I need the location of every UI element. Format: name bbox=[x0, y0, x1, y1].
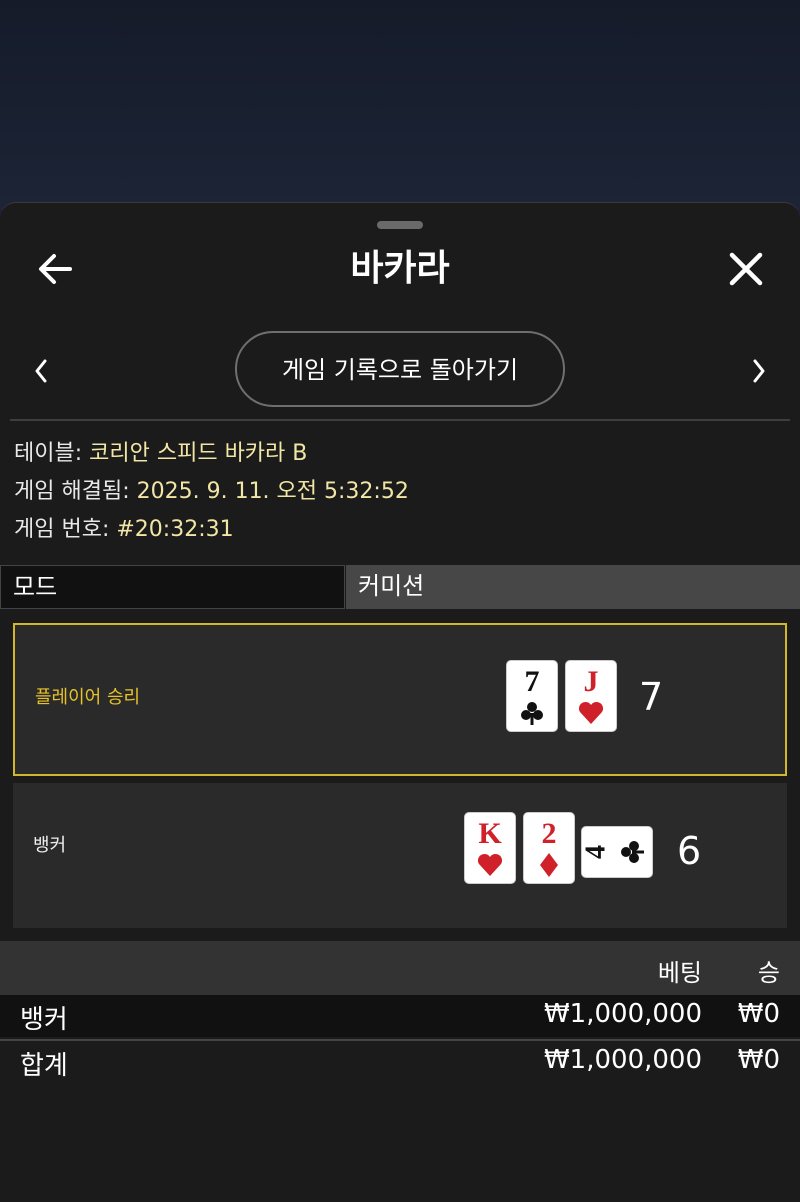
row-bet: ₩1,000,000 bbox=[543, 999, 702, 1029]
player-score: 7 bbox=[639, 675, 664, 719]
back-to-history-button[interactable]: 게임 기록으로 돌아가기 bbox=[235, 331, 565, 407]
divider bbox=[10, 419, 790, 421]
playing-card-4-club-sideways: 4 bbox=[582, 827, 652, 877]
card-rank: 7 bbox=[525, 665, 540, 698]
chevron-left-icon[interactable] bbox=[26, 351, 56, 391]
row-name: 뱅커 bbox=[20, 1005, 68, 1035]
player-outcome-panel: 플레이어 승리 7 J 7 bbox=[13, 623, 787, 776]
game-navigation: 게임 기록으로 돌아가기 bbox=[0, 331, 800, 411]
banker-label: 뱅커 bbox=[33, 835, 67, 856]
row-win: ₩0 bbox=[737, 1045, 780, 1075]
table-row: 뱅커 ₩1,000,000 ₩0 bbox=[0, 995, 800, 1037]
page-title: 바카라 bbox=[350, 248, 450, 289]
playing-card-2-diamond: 2 bbox=[524, 813, 574, 883]
tab-mode[interactable]: 모드 bbox=[0, 565, 345, 609]
drag-handle[interactable] bbox=[377, 221, 423, 229]
table-label: 테이블: bbox=[14, 441, 90, 466]
row-name: 합계 bbox=[20, 1051, 68, 1081]
playing-card-7-club: 7 bbox=[507, 661, 557, 731]
tab-commission[interactable]: 커미션 bbox=[346, 565, 800, 609]
table-info: 테이블: 코리안 스피드 바카라 B bbox=[14, 435, 409, 473]
sheet-header: 바카라 bbox=[0, 241, 800, 301]
card-rank: 2 bbox=[542, 817, 557, 850]
banker-score: 6 bbox=[677, 829, 702, 873]
table-value: 코리안 스피드 바카라 B bbox=[89, 441, 308, 466]
game-detail-sheet: 바카라 게임 기록으로 돌아가기 테이블: 코리안 스피드 바카라 B 게임 해… bbox=[0, 202, 800, 1202]
resolved-value: 2025. 9. 11. 오전 5:32:52 bbox=[136, 479, 409, 504]
playing-card-j-heart: J bbox=[566, 661, 616, 731]
resolved-info: 게임 해결됨: 2025. 9. 11. 오전 5:32:52 bbox=[14, 473, 409, 511]
card-rank: J bbox=[584, 665, 599, 698]
row-bet: ₩1,000,000 bbox=[543, 1045, 702, 1075]
playing-card-k-heart: K bbox=[465, 813, 515, 883]
row-win: ₩0 bbox=[737, 999, 780, 1029]
column-header-bet: 베팅 bbox=[657, 959, 702, 987]
player-win-label: 플레이어 승리 bbox=[35, 687, 141, 708]
chevron-right-icon[interactable] bbox=[744, 351, 774, 391]
game-number-info: 게임 번호: #20:32:31 bbox=[14, 511, 409, 549]
game-number-label: 게임 번호: bbox=[14, 517, 117, 542]
page-backdrop bbox=[0, 0, 800, 210]
game-info: 테이블: 코리안 스피드 바카라 B 게임 해결됨: 2025. 9. 11. … bbox=[14, 435, 409, 549]
card-rank: K bbox=[478, 817, 502, 850]
resolved-label: 게임 해결됨: bbox=[14, 479, 137, 504]
banker-outcome-panel: 뱅커 K 2 4 6 bbox=[13, 783, 787, 928]
close-icon[interactable] bbox=[724, 247, 768, 291]
bets-table-header: 베팅 승 bbox=[0, 941, 800, 995]
mode-tabs: 모드 커미션 bbox=[0, 565, 800, 609]
column-header-win: 승 bbox=[757, 959, 780, 987]
card-rank: 4 bbox=[582, 845, 611, 859]
table-row-total: 합계 ₩1,000,000 ₩0 bbox=[0, 1039, 800, 1085]
game-number-value: #20:32:31 bbox=[116, 517, 234, 542]
